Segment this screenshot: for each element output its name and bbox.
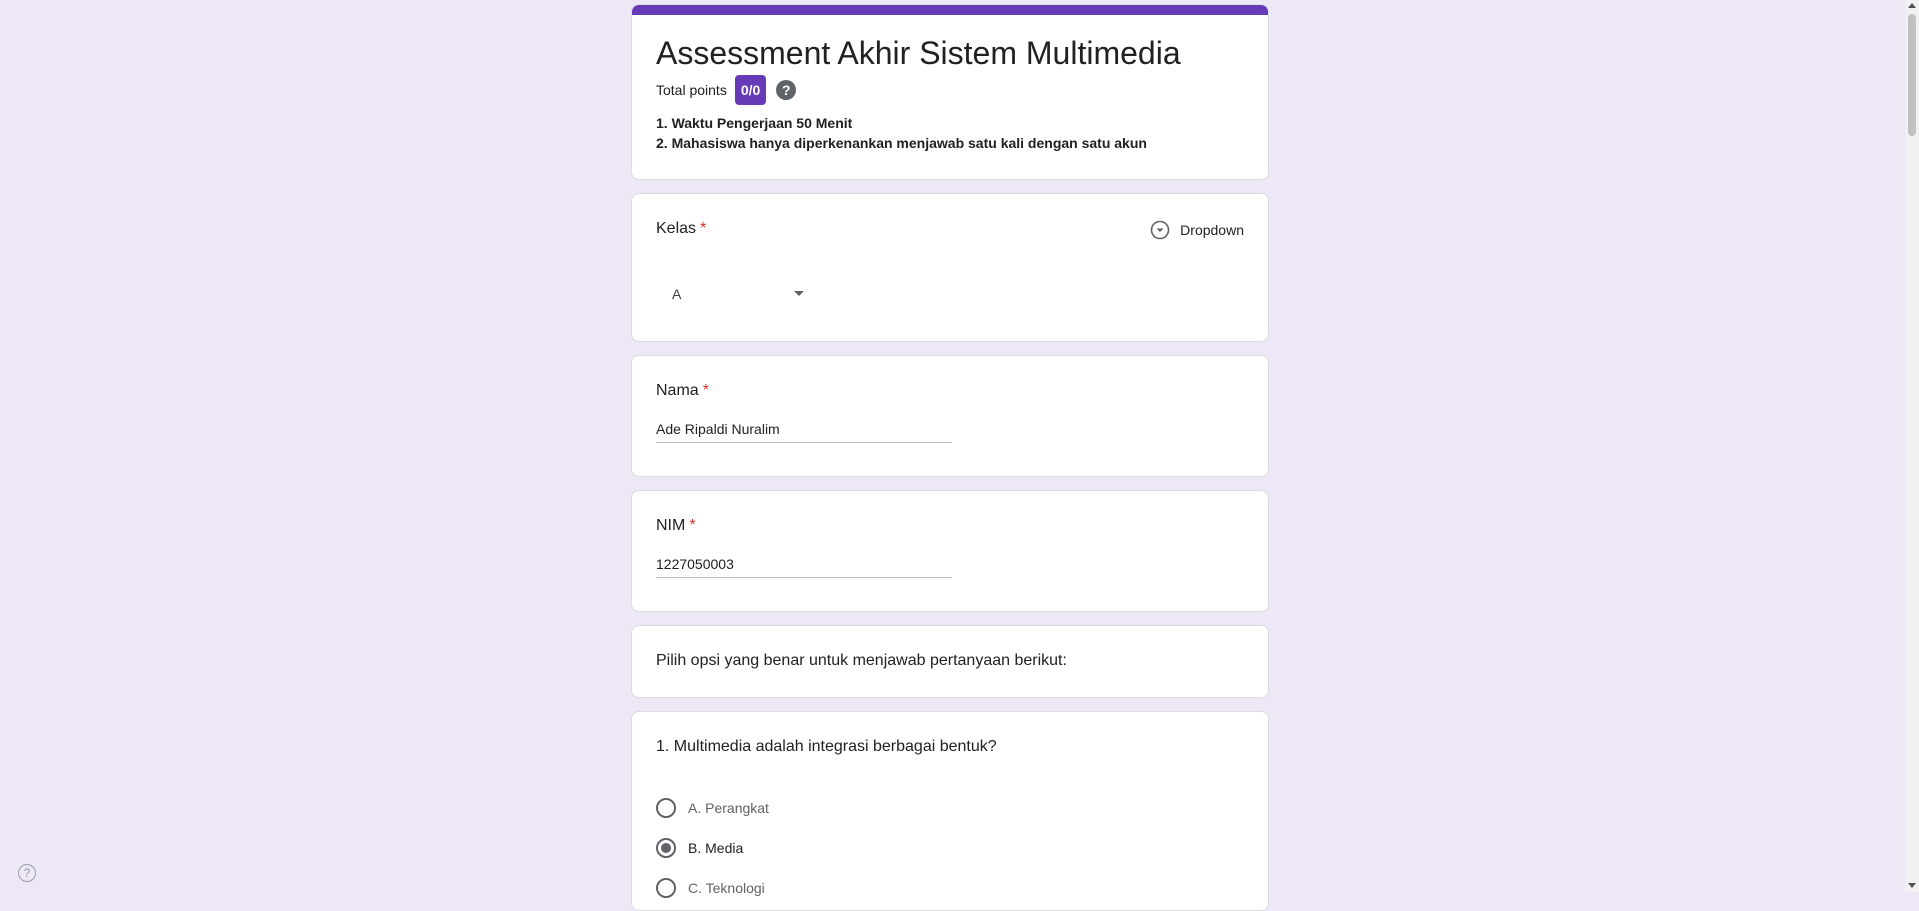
- kelas-label: Kelas: [656, 220, 697, 237]
- select-arrow-icon: [794, 291, 804, 296]
- question-type-label: Dropdown: [1180, 222, 1244, 238]
- kelas-question-card: Kelas * Dropdown A: [631, 193, 1269, 342]
- page-scrollbar[interactable]: [1905, 0, 1919, 892]
- kelas-selected-value: A: [672, 286, 682, 302]
- help-circle-icon[interactable]: ?: [18, 864, 36, 882]
- option-a[interactable]: A. Perangkat: [656, 796, 769, 820]
- option-b-label: B. Media: [688, 840, 744, 856]
- nim-label: NIM: [656, 517, 686, 534]
- question-1-title: 1. Multimedia adalah integrasi berbagai …: [656, 738, 997, 755]
- description-line: 2. Mahasiswa hanya diperkenankan menjawa…: [656, 135, 1147, 151]
- required-asterisk: *: [700, 220, 707, 237]
- header-accent-bar: [632, 5, 1268, 15]
- option-c[interactable]: C. Teknologi: [656, 876, 765, 900]
- section-description-card: Pilih opsi yang benar untuk menjawab per…: [631, 625, 1269, 698]
- option-a-label: A. Perangkat: [688, 800, 769, 816]
- nama-label: Nama: [656, 382, 699, 399]
- description-line: 1. Waktu Pengerjaan 50 Menit: [656, 115, 853, 131]
- total-points-row: Total points 0/0 ?: [656, 75, 797, 105]
- total-points-label: Total points: [656, 82, 727, 98]
- nim-input[interactable]: 1227050003: [656, 553, 952, 578]
- required-asterisk: *: [689, 517, 696, 534]
- nim-title: NIM *: [656, 517, 696, 535]
- points-badge: 0/0: [734, 75, 767, 105]
- dropdown-circle-icon: [1150, 220, 1170, 240]
- scroll-up-arrow-icon[interactable]: [1908, 3, 1916, 8]
- section-instruction: Pilih opsi yang benar untuk menjawab per…: [656, 652, 1067, 669]
- radio-a[interactable]: [656, 798, 676, 818]
- scroll-down-arrow-icon[interactable]: [1908, 883, 1916, 888]
- form-header-card: Assessment Akhir Sistem Multimedia Total…: [631, 4, 1269, 180]
- nama-input[interactable]: Ade Ripaldi Nuralim: [656, 418, 952, 443]
- nim-question-card: NIM * 1227050003: [631, 490, 1269, 612]
- option-c-label: C. Teknologi: [688, 880, 765, 896]
- nama-question-card: Nama * Ade Ripaldi Nuralim: [631, 355, 1269, 477]
- points-help-icon[interactable]: ?: [776, 80, 797, 100]
- radio-c[interactable]: [656, 878, 676, 898]
- question-type-dropdown: Dropdown: [1150, 220, 1244, 240]
- option-b[interactable]: B. Media: [656, 836, 743, 860]
- scroll-thumb[interactable]: [1908, 14, 1916, 136]
- kelas-select[interactable]: A: [656, 274, 816, 314]
- kelas-title: Kelas *: [656, 220, 706, 238]
- form-description: 1. Waktu Pengerjaan 50 Menit 2. Mahasisw…: [656, 113, 1147, 153]
- radio-b[interactable]: [656, 838, 676, 858]
- question-1-card: 1. Multimedia adalah integrasi berbagai …: [631, 711, 1269, 911]
- required-asterisk: *: [702, 382, 709, 399]
- nama-title: Nama *: [656, 382, 709, 400]
- form-title: Assessment Akhir Sistem Multimedia: [656, 35, 1181, 71]
